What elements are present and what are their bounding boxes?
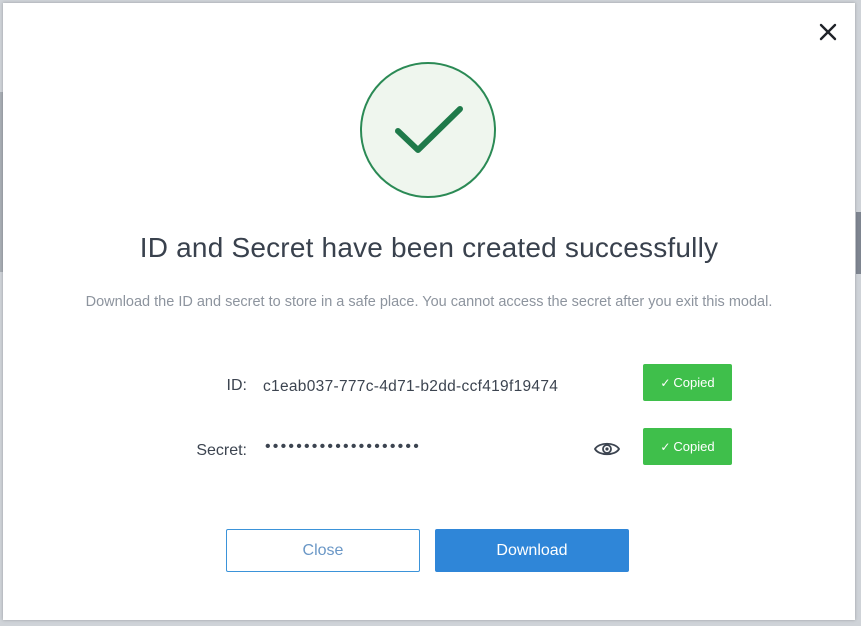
copied-label: Copied xyxy=(673,439,715,454)
success-indicator xyxy=(360,62,496,198)
id-value: c1eab037-777c-4d71-b2dd-ccf419f19474 xyxy=(263,378,559,395)
copy-id-button[interactable]: ✓ Copied xyxy=(643,364,732,401)
download-button[interactable]: Download xyxy=(435,529,629,572)
close-icon xyxy=(815,19,841,45)
eye-icon xyxy=(593,442,621,463)
secret-value-masked: •••••••••••••••••••• xyxy=(265,438,422,455)
check-icon: ✓ xyxy=(660,375,671,390)
backdrop-edge xyxy=(856,212,861,274)
secret-label: Secret: xyxy=(196,442,247,459)
check-icon: ✓ xyxy=(660,439,671,454)
close-modal-button[interactable] xyxy=(815,19,841,45)
modal-description: Download the ID and secret to store in a… xyxy=(85,294,773,310)
id-label: ID: xyxy=(226,377,247,394)
reveal-secret-button[interactable] xyxy=(593,439,621,459)
modal-title: ID and Secret have been created successf… xyxy=(139,232,719,263)
success-modal: ID and Secret have been created successf… xyxy=(3,3,855,620)
copy-secret-button[interactable]: ✓ Copied xyxy=(643,428,732,465)
close-button[interactable]: Close xyxy=(226,529,420,572)
copied-label: Copied xyxy=(673,375,715,390)
